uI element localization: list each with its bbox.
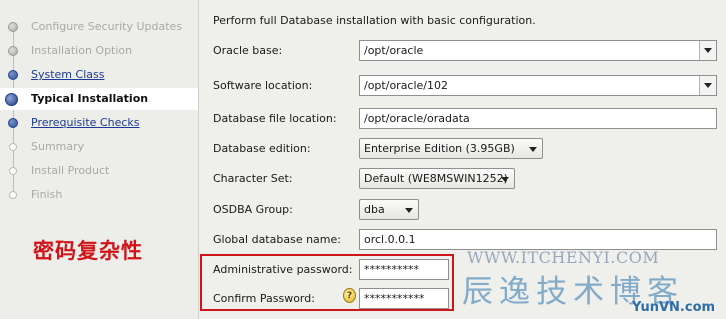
software-location-label: Software location: xyxy=(213,79,313,92)
step-summary: Summary xyxy=(0,136,198,158)
oracle-base-combo[interactable]: /opt/oracle xyxy=(359,40,717,61)
step-pending-icon xyxy=(9,191,17,199)
global-database-name-label: Global database name: xyxy=(213,233,341,246)
osdba-group-label: OSDBA Group: xyxy=(213,203,293,216)
osdba-group-row: OSDBA Group: dba xyxy=(199,199,726,221)
steps-sidebar: Configure Security Updates Installation … xyxy=(0,0,198,319)
global-database-name-value: orcl.0.0.1 xyxy=(364,233,416,246)
oracle-base-label: Oracle base: xyxy=(213,44,283,57)
database-file-location-value: /opt/oracle/oradata xyxy=(364,112,470,125)
step-system-class[interactable]: System Class xyxy=(0,64,198,86)
step-done-icon xyxy=(8,22,18,32)
step-current-icon xyxy=(5,93,18,106)
oracle-base-dropdown-button[interactable] xyxy=(699,41,716,60)
step-pending-icon xyxy=(9,167,17,175)
watermark-domain: WWW.ITCHENYI.COM xyxy=(467,248,660,267)
database-file-location-field[interactable]: /opt/oracle/oradata xyxy=(359,108,717,129)
oracle-base-value: /opt/oracle xyxy=(364,44,424,57)
database-edition-row: Database edition: Enterprise Edition (3.… xyxy=(199,138,726,160)
osdba-group-select[interactable]: dba xyxy=(359,199,419,220)
chevron-down-icon xyxy=(704,83,712,88)
database-edition-value: Enterprise Edition (3.95GB) xyxy=(364,142,515,155)
step-installation-option: Installation Option xyxy=(0,40,198,62)
password-complexity-annotation: 密码复杂性 xyxy=(33,238,143,263)
step-done-icon xyxy=(8,46,18,56)
step-label: Installation Option xyxy=(31,44,133,57)
character-set-row: Character Set: Default (WE8MSWIN1252) xyxy=(199,168,726,190)
chevron-down-icon xyxy=(501,177,509,182)
step-label: Summary xyxy=(31,140,85,153)
database-edition-label: Database edition: xyxy=(213,142,311,155)
software-location-dropdown-button[interactable] xyxy=(699,76,716,95)
step-link-icon xyxy=(8,118,18,128)
step-label: Configure Security Updates xyxy=(31,20,183,33)
step-label: Typical Installation xyxy=(31,92,149,105)
step-link-icon xyxy=(8,70,18,80)
character-set-value: Default (WE8MSWIN1252) xyxy=(364,172,508,185)
chevron-down-icon xyxy=(704,48,712,53)
panel-description: Perform full Database installation with … xyxy=(213,14,536,27)
watermark-site: YunVN.com xyxy=(632,300,716,315)
step-prerequisite-checks[interactable]: Prerequisite Checks xyxy=(0,112,198,134)
chevron-down-icon xyxy=(529,147,537,152)
software-location-row: Software location: /opt/oracle/102 xyxy=(199,75,726,97)
step-label: Finish xyxy=(31,188,63,201)
software-location-combo[interactable]: /opt/oracle/102 xyxy=(359,75,717,96)
osdba-group-value: dba xyxy=(364,203,385,216)
character-set-label: Character Set: xyxy=(213,172,293,185)
software-location-value: /opt/oracle/102 xyxy=(364,79,449,92)
step-configure-security-updates: Configure Security Updates xyxy=(0,16,198,38)
step-label[interactable]: System Class xyxy=(31,68,104,81)
global-database-name-field[interactable]: orcl.0.0.1 xyxy=(359,229,717,250)
database-file-location-row: Database file location: /opt/oracle/orad… xyxy=(199,108,726,130)
character-set-select[interactable]: Default (WE8MSWIN1252) xyxy=(359,168,515,189)
step-typical-installation: Typical Installation xyxy=(0,88,198,110)
database-edition-select[interactable]: Enterprise Edition (3.95GB) xyxy=(359,138,543,159)
database-file-location-label: Database file location: xyxy=(213,112,337,125)
step-finish: Finish xyxy=(0,184,198,206)
step-label: Install Product xyxy=(31,164,110,177)
oracle-base-row: Oracle base: /opt/oracle xyxy=(199,40,726,62)
chevron-down-icon xyxy=(405,208,413,213)
step-label[interactable]: Prerequisite Checks xyxy=(31,116,139,129)
step-install-product: Install Product xyxy=(0,160,198,182)
password-highlight-box xyxy=(200,254,454,311)
step-pending-icon xyxy=(9,143,17,151)
